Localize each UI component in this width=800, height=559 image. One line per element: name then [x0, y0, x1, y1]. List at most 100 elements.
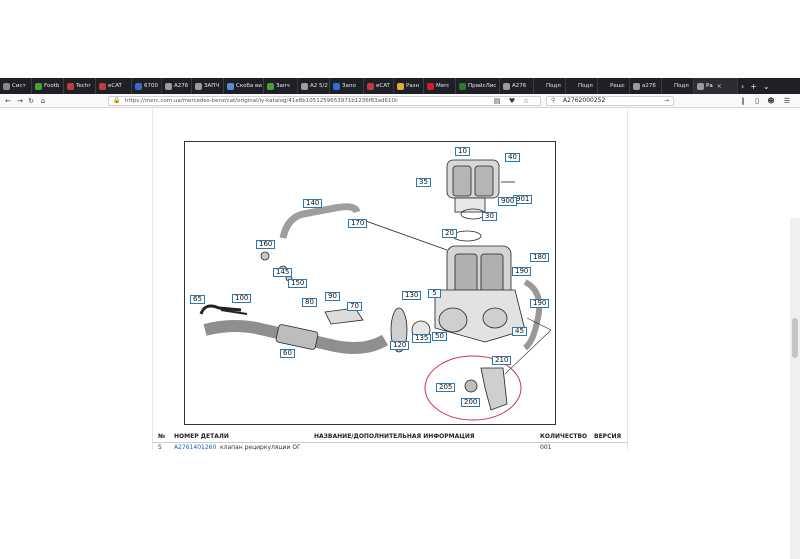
- new-tab-icon[interactable]: +: [747, 82, 760, 91]
- tab-favicon-icon: [665, 82, 672, 90]
- tab-list-icon[interactable]: ⌄: [760, 82, 773, 91]
- tab-label: ПрайсЛис: [468, 83, 497, 89]
- search-input[interactable]: ⚲ A2762000252 →: [546, 96, 674, 106]
- tab-close-icon[interactable]: ×: [717, 83, 722, 90]
- address-bar[interactable]: 🔒 https://merc.com.ua/mercedes-benz/cat/…: [108, 96, 541, 106]
- search-value: A2762000252: [563, 97, 606, 104]
- tab-favicon-icon: [301, 82, 308, 90]
- tab-label: Подл: [578, 83, 593, 89]
- part-callout[interactable]: 65: [190, 295, 205, 304]
- col-name: НАЗВАНИЕ/ДОПОЛНИТЕЛЬНАЯ ИНФОРМАЦИЯ: [314, 433, 475, 440]
- part-callout[interactable]: 160: [256, 240, 276, 249]
- menu-icon[interactable]: ☰: [782, 96, 792, 106]
- col-version: ВЕРСИЯ: [594, 433, 622, 440]
- browser-tab[interactable]: Подл: [566, 78, 598, 94]
- browser-tab[interactable]: Подл: [662, 78, 694, 94]
- browser-tab[interactable]: 6700: [132, 78, 162, 94]
- tab-favicon-icon: [397, 82, 404, 90]
- browser-tab[interactable]: A2 5/2: [298, 78, 330, 94]
- part-callout[interactable]: 90: [325, 292, 340, 301]
- tab-favicon-icon: [459, 82, 466, 90]
- part-callout[interactable]: 45: [512, 327, 527, 336]
- sidebar-icon[interactable]: ▯: [752, 96, 762, 106]
- reader-view-icon[interactable]: ▤: [492, 96, 502, 106]
- library-icon[interactable]: ‖: [738, 96, 748, 106]
- browser-tab[interactable]: Запч: [264, 78, 298, 94]
- browser-tab[interactable]: Footb: [32, 78, 64, 94]
- tab-favicon-icon: [99, 82, 106, 90]
- browser-tab[interactable]: Сист: [0, 78, 32, 94]
- browser-nav-bar: ← → ↻ ⌂ 🔒 https://merc.com.ua/mercedes-b…: [0, 94, 800, 108]
- browser-tab[interactable]: ПрайсЛис: [456, 78, 500, 94]
- browser-tab[interactable]: eCAT: [96, 78, 132, 94]
- part-callout[interactable]: 900: [498, 197, 518, 206]
- tab-favicon-icon: [633, 82, 640, 90]
- part-callout[interactable]: 180: [530, 253, 550, 262]
- pocket-icon[interactable]: ♥: [507, 96, 517, 106]
- part-callout[interactable]: 170: [348, 219, 368, 228]
- part-callout[interactable]: 40: [505, 153, 520, 162]
- browser-tab[interactable]: Решс: [598, 78, 630, 94]
- browser-tab[interactable]: eCAT: [364, 78, 394, 94]
- browser-tab[interactable]: A276: [500, 78, 534, 94]
- browser-tab[interactable]: Подл: [534, 78, 566, 94]
- tab-favicon-icon: [601, 82, 608, 90]
- browser-tab[interactable]: Запо: [330, 78, 364, 94]
- tab-favicon-icon: [67, 82, 74, 90]
- part-callout[interactable]: 10: [455, 147, 470, 156]
- part-callout[interactable]: 205: [436, 383, 456, 392]
- browser-tab[interactable]: a276: [630, 78, 662, 94]
- search-go-icon[interactable]: →: [664, 97, 669, 105]
- lock-icon: 🔒: [113, 97, 121, 104]
- browser-tab[interactable]: A276: [162, 78, 192, 94]
- tab-favicon-icon: [165, 82, 172, 90]
- part-callout[interactable]: 210: [492, 356, 512, 365]
- scrollbar[interactable]: [790, 218, 800, 559]
- part-callout[interactable]: 70: [347, 302, 362, 311]
- part-callout[interactable]: 100: [232, 294, 252, 303]
- tab-favicon-icon: [227, 82, 234, 90]
- part-callout[interactable]: 5: [428, 289, 441, 298]
- part-callout[interactable]: 135: [412, 334, 432, 343]
- browser-tab[interactable]: ЗАПЧ: [192, 78, 224, 94]
- browser-tab[interactable]: Скоба ви: [224, 78, 264, 94]
- tab-favicon-icon: [195, 82, 202, 90]
- forward-icon[interactable]: →: [15, 96, 25, 106]
- part-callout[interactable]: 200: [461, 398, 481, 407]
- tab-label: A276: [512, 83, 527, 89]
- table-row[interactable]: 5 A2761401260 клапан рециркуляции ОГ 001: [152, 444, 628, 452]
- account-icon[interactable]: ☻: [766, 96, 776, 106]
- tab-favicon-icon: [333, 82, 340, 90]
- browser-tab[interactable]: Ра ×: [694, 78, 738, 94]
- bookmark-star-icon[interactable]: ☆: [521, 96, 531, 106]
- back-icon[interactable]: ←: [3, 96, 13, 106]
- browser-tab[interactable]: Techr: [64, 78, 96, 94]
- part-callout[interactable]: 35: [416, 178, 431, 187]
- part-callout[interactable]: 30: [482, 212, 497, 221]
- part-callout[interactable]: 80: [302, 298, 317, 307]
- part-callout[interactable]: 50: [432, 332, 447, 341]
- part-callout[interactable]: 140: [303, 199, 323, 208]
- part-callout[interactable]: 120: [390, 341, 410, 350]
- tab-scroll-right-icon[interactable]: ›: [738, 82, 747, 91]
- reload-icon[interactable]: ↻: [26, 96, 36, 106]
- part-callout[interactable]: 190: [512, 267, 532, 276]
- tab-label: a276: [642, 83, 656, 89]
- browser-tab[interactable]: Разн: [394, 78, 424, 94]
- tab-label: A2 5/2: [310, 83, 328, 89]
- home-icon[interactable]: ⌂: [38, 96, 48, 106]
- part-callout[interactable]: 20: [442, 229, 457, 238]
- tab-label: ЗАПЧ: [204, 83, 220, 89]
- part-callout[interactable]: 145: [273, 268, 293, 277]
- scrollbar-thumb[interactable]: [792, 318, 798, 358]
- part-callout[interactable]: 60: [280, 349, 295, 358]
- part-callout[interactable]: 190: [530, 299, 550, 308]
- tab-label: Сист: [12, 83, 26, 89]
- browser-tab[interactable]: Merc: [424, 78, 456, 94]
- part-callout[interactable]: 130: [402, 291, 422, 300]
- tab-label: Подл: [674, 83, 689, 89]
- tab-label: Merc: [436, 83, 450, 89]
- tab-favicon-icon: [35, 82, 42, 90]
- part-callout[interactable]: 150: [288, 279, 308, 288]
- tab-label: Разн: [406, 83, 420, 89]
